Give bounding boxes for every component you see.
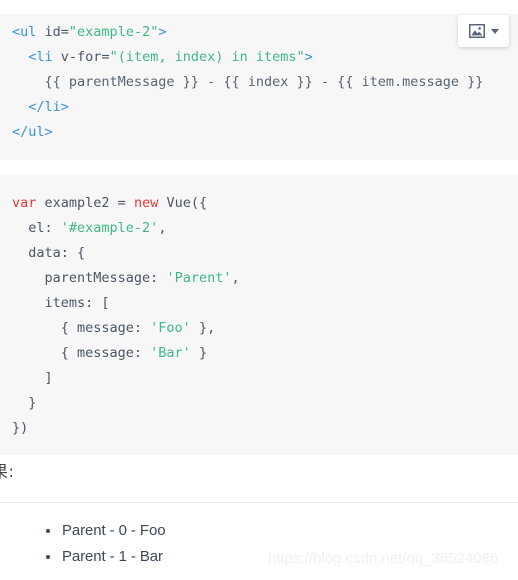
code-token: example2 = [36, 194, 134, 211]
code-token: var [12, 194, 37, 211]
code-token: > [158, 23, 167, 40]
code-token: } [190, 344, 208, 361]
code-token: <li [28, 48, 53, 65]
page-root: <ul id="example-2"> <li v-for="(item, in… [0, 0, 518, 580]
code-line: data: { [12, 241, 518, 266]
code-token: , [231, 269, 240, 286]
code-token: 'Parent' [166, 269, 232, 286]
code-token: {{ parentMessage }} - {{ index }} - {{ i… [12, 73, 484, 90]
code-token: , [158, 219, 167, 236]
code-token: data: { [12, 244, 86, 261]
code-token: }, [190, 319, 216, 336]
code-token: id= [44, 23, 69, 40]
code-line: } [12, 391, 518, 416]
code-line: {{ parentMessage }} - {{ index }} - {{ i… [12, 70, 518, 95]
code-line: }) [12, 416, 518, 441]
code-block-javascript: var example2 = new Vue({ el: '#example-2… [0, 174, 518, 455]
result-heading: 果: [0, 462, 15, 481]
code-token: </ul> [12, 123, 53, 140]
code-line: </ul> [12, 120, 518, 145]
code-token: Vue({ [158, 194, 208, 211]
code-line: el: '#example-2', [12, 216, 518, 241]
code-token: ] [12, 369, 53, 386]
code-token: v-for= [60, 48, 110, 65]
code-line: <li v-for="(item, index) in items"> [12, 45, 518, 70]
code-token: el: [12, 219, 61, 236]
code-token: { message: [12, 344, 151, 361]
code-line: parentMessage: 'Parent', [12, 266, 518, 291]
code-token: { message: [12, 319, 151, 336]
code-token: 'Foo' [150, 319, 191, 336]
code-line: { message: 'Bar' } [12, 341, 518, 366]
code-token: } [12, 394, 37, 411]
code-line: </li> [12, 95, 518, 120]
code-block-html: <ul id="example-2"> <li v-for="(item, in… [0, 13, 518, 160]
chevron-down-icon[interactable] [490, 28, 499, 34]
code-token: }) [12, 419, 29, 436]
code-token: > [304, 48, 313, 65]
code-line: { message: 'Foo' }, [12, 316, 518, 341]
code-token: <ul [12, 23, 37, 40]
code-token: '#example-2' [60, 219, 159, 236]
code-token: "(item, index) in items" [109, 48, 305, 65]
code-token: "example-2" [68, 23, 159, 40]
code-token: parentMessage: [12, 269, 167, 286]
code-token: new [133, 194, 159, 211]
code-token: </li> [28, 98, 69, 115]
code-line: items: [ [12, 291, 518, 316]
horizontal-divider [0, 502, 518, 503]
watermark-text: https://blog.csdn.net/qq_36524086 [268, 550, 499, 567]
image-tool-button[interactable] [458, 15, 509, 47]
code-line: <ul id="example-2"> [12, 20, 518, 45]
image-icon[interactable] [468, 23, 485, 39]
list-item: Parent - 0 - Foo [44, 518, 518, 544]
code-token: 'Bar' [150, 344, 191, 361]
code-line: var example2 = new Vue({ [12, 191, 518, 216]
code-line: ] [12, 366, 518, 391]
code-token: items: [ [12, 294, 110, 311]
